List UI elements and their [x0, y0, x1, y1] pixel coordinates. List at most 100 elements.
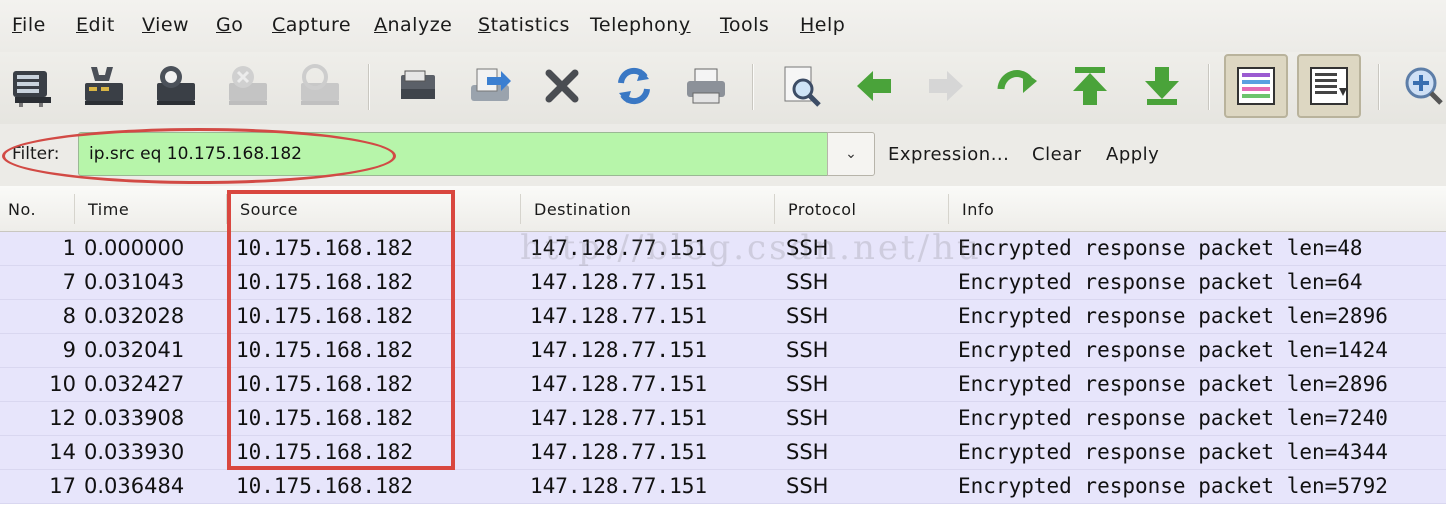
clear-button[interactable]: Clear [1032, 144, 1082, 165]
packet-no-cell: 8 [62, 304, 76, 328]
column-divider[interactable] [774, 194, 775, 224]
packet-no-cell: 17 [49, 474, 76, 498]
column-divider[interactable] [74, 194, 75, 224]
column-header-no[interactable]: No. [8, 200, 36, 219]
packet-list: 1 0.000000 10.175.168.182 147.128.77.151 SSH… [0, 232, 1446, 504]
packet-row[interactable]: 1 0.000000 10.175.168.182 147.128.77.151 SSH… [0, 232, 1446, 266]
interfaces-icon[interactable] [6, 60, 58, 112]
packet-protocol-cell: SSH [786, 474, 829, 498]
autoscroll-icon[interactable] [1297, 54, 1361, 118]
chevron-down-icon: ⌄ [845, 146, 857, 162]
go-back-icon[interactable] [848, 60, 900, 112]
packet-row[interactable]: 8 0.032028 10.175.168.182 147.128.77.151 SSH… [0, 300, 1446, 334]
column-divider[interactable] [948, 194, 949, 224]
packet-row[interactable]: 10 0.032427 10.175.168.182 147.128.77.151 SS… [0, 368, 1446, 402]
packet-destination-cell: 147.128.77.151 [530, 474, 708, 498]
zoom-in-icon[interactable] [1396, 60, 1446, 112]
packet-row[interactable]: 12 0.033908 10.175.168.182 147.128.77.151 SS… [0, 402, 1446, 436]
menu-edit[interactable]: Edit [76, 14, 115, 36]
packet-destination-cell: 147.128.77.151 [530, 338, 708, 362]
toolbar-separator [752, 64, 754, 110]
find-packet-icon[interactable] [776, 60, 828, 112]
packet-time-cell: 0.031043 [84, 270, 185, 294]
menu-go[interactable]: Go [216, 14, 243, 36]
column-header-source[interactable]: Source [240, 200, 298, 219]
packet-no-cell: 7 [62, 270, 76, 294]
packet-time-cell: 0.032427 [84, 372, 185, 396]
display-filter-input[interactable] [78, 132, 828, 176]
packet-row[interactable]: 14 0.033930 10.175.168.182 147.128.77.151 SS… [0, 436, 1446, 470]
column-header-info[interactable]: Info [962, 200, 994, 219]
column-divider[interactable] [226, 194, 227, 224]
column-header-time[interactable]: Time [88, 200, 129, 219]
go-last-icon[interactable] [1136, 60, 1188, 112]
packet-destination-cell: 147.128.77.151 [530, 270, 708, 294]
packet-destination-cell: 147.128.77.151 [530, 304, 708, 328]
column-divider[interactable] [520, 194, 521, 224]
toolbar-separator [1208, 64, 1210, 110]
menu-file[interactable]: File [12, 14, 46, 36]
start-capture-icon[interactable] [150, 60, 202, 112]
apply-button[interactable]: Apply [1106, 144, 1159, 165]
column-header-destination[interactable]: Destination [534, 200, 631, 219]
packet-no-cell: 10 [49, 372, 76, 396]
capture-options-icon[interactable] [78, 60, 130, 112]
packet-destination-cell: 147.128.77.151 [530, 440, 708, 464]
packet-info-cell: Encrypted response packet len=2896 [958, 304, 1388, 328]
menu-capture[interactable]: Capture [272, 14, 351, 36]
packet-row[interactable]: 7 0.031043 10.175.168.182 147.128.77.151 SSH… [0, 266, 1446, 300]
stop-capture-icon [222, 60, 274, 112]
packet-protocol-cell: SSH [786, 372, 829, 396]
packet-protocol-cell: SSH [786, 406, 829, 430]
filter-history-dropdown[interactable]: ⌄ [827, 132, 875, 176]
menu-bar: File Edit View Go Capture Analyze Statistics Te… [0, 0, 1446, 52]
packet-destination-cell: 147.128.77.151 [530, 372, 708, 396]
filter-label: Filter: [12, 144, 60, 164]
packet-info-cell: Encrypted response packet len=4344 [958, 440, 1388, 464]
close-file-icon[interactable] [536, 60, 588, 112]
packet-info-cell: Encrypted response packet len=2896 [958, 372, 1388, 396]
packet-time-cell: 0.033930 [84, 440, 185, 464]
packet-info-cell: Encrypted response packet len=1424 [958, 338, 1388, 362]
expression-button[interactable]: Expression... [888, 144, 1009, 165]
packet-source-cell: 10.175.168.182 [236, 372, 414, 396]
print-icon[interactable] [680, 60, 732, 112]
menu-statistics[interactable]: Statistics [478, 14, 570, 36]
menu-telephony[interactable]: Telephony [590, 14, 691, 36]
packet-row[interactable]: 9 0.032041 10.175.168.182 147.128.77.151 SSH… [0, 334, 1446, 368]
packet-protocol-cell: SSH [786, 440, 829, 464]
menu-analyze[interactable]: Analyze [374, 14, 452, 36]
filter-toolbar: Filter: ⌄ Expression... Clear Apply [0, 124, 1446, 186]
packet-time-cell: 0.032041 [84, 338, 185, 362]
packet-destination-cell: 147.128.77.151 [530, 406, 708, 430]
reload-icon[interactable] [608, 60, 660, 112]
packet-time-cell: 0.000000 [84, 236, 185, 260]
packet-info-cell: Encrypted response packet len=7240 [958, 406, 1388, 430]
menu-tools[interactable]: Tools [720, 14, 769, 36]
go-to-packet-icon[interactable] [992, 60, 1044, 112]
packet-protocol-cell: SSH [786, 338, 829, 362]
packet-list-header: No. Time Source Destination Protocol Inf… [0, 186, 1446, 232]
open-file-icon[interactable] [392, 60, 444, 112]
main-toolbar [0, 52, 1446, 124]
packet-source-cell: 10.175.168.182 [236, 440, 414, 464]
packet-no-cell: 14 [49, 440, 76, 464]
packet-no-cell: 12 [49, 406, 76, 430]
packet-row[interactable]: 17 0.036484 10.175.168.182 147.128.77.151 SS… [0, 470, 1446, 504]
packet-time-cell: 0.033908 [84, 406, 185, 430]
packet-protocol-cell: SSH [786, 236, 829, 260]
column-header-protocol[interactable]: Protocol [788, 200, 856, 219]
packet-source-cell: 10.175.168.182 [236, 406, 414, 430]
packet-no-cell: 1 [62, 236, 76, 260]
menu-view[interactable]: View [142, 14, 189, 36]
packet-time-cell: 0.032028 [84, 304, 185, 328]
go-first-icon[interactable] [1064, 60, 1116, 112]
packet-destination-cell: 147.128.77.151 [530, 236, 708, 260]
colorize-icon[interactable] [1224, 54, 1288, 118]
packet-info-cell: Encrypted response packet len=64 [958, 270, 1363, 294]
packet-source-cell: 10.175.168.182 [236, 474, 414, 498]
packet-time-cell: 0.036484 [84, 474, 185, 498]
save-file-icon[interactable] [464, 60, 516, 112]
menu-help[interactable]: Help [800, 14, 845, 36]
packet-source-cell: 10.175.168.182 [236, 338, 414, 362]
